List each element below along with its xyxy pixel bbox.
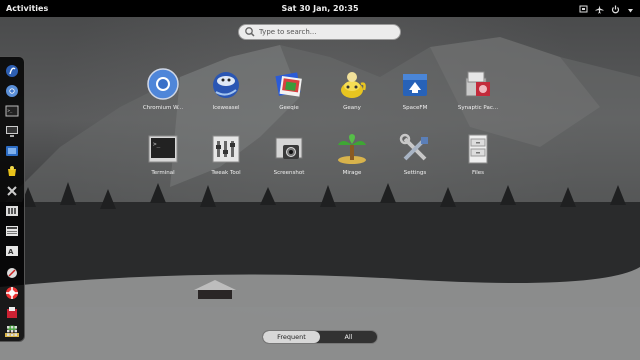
terminal-icon[interactable]: >_ — [5, 103, 19, 117]
power-icon[interactable] — [611, 0, 620, 18]
top-bar: Activities Sat 30 Jan, 20:35 — [0, 0, 640, 17]
screenshot-icon — [275, 137, 303, 159]
app-label: Settings — [403, 170, 427, 176]
app-files[interactable]: Files — [448, 133, 508, 193]
svg-text:>_: >_ — [8, 108, 13, 113]
app-synaptic[interactable]: Synaptic Pac... — [448, 68, 508, 128]
app-mirage[interactable]: Mirage — [322, 133, 382, 193]
svg-text:>_: >_ — [153, 141, 161, 148]
app-geany[interactable]: Geany — [322, 68, 382, 128]
app-label: Iceweasel — [212, 105, 240, 111]
app-screenshot[interactable]: Screenshot — [259, 133, 319, 193]
synaptic-icon — [465, 71, 490, 97]
desktop-wallpaper — [0, 17, 640, 360]
show-apps-icon[interactable] — [5, 323, 19, 337]
chromium-icon — [147, 68, 179, 100]
terminal-icon: >_ — [148, 135, 178, 163]
app-label: Mirage — [342, 170, 362, 176]
synaptic-icon[interactable] — [5, 305, 19, 319]
gnome-software-icon[interactable] — [5, 265, 19, 279]
tweak-tool-icon[interactable] — [5, 203, 19, 217]
settings-icon[interactable] — [5, 183, 19, 197]
app-label: SpaceFM — [402, 105, 428, 111]
system-tray[interactable] — [579, 0, 634, 17]
help-icon[interactable] — [5, 285, 19, 299]
app-label: Geeqie — [279, 105, 299, 111]
search-icon — [245, 27, 255, 37]
svg-text:A: A — [8, 248, 14, 256]
gnome-logo-icon[interactable] — [5, 63, 19, 77]
search-box[interactable] — [238, 24, 401, 40]
app-tweak-tool[interactable]: Tweak Tool — [196, 133, 256, 193]
dash: >_ A — [0, 56, 25, 342]
app-chromium[interactable]: Chromium W... — [133, 68, 193, 128]
app-iceweasel[interactable]: Iceweasel — [196, 68, 256, 128]
spacefm-icon[interactable] — [5, 143, 19, 157]
app-geeqie[interactable]: Geeqie — [259, 68, 319, 128]
search-input[interactable] — [257, 28, 389, 36]
document-icon[interactable] — [5, 223, 19, 237]
settings-icon — [399, 133, 428, 161]
app-label: Terminal — [151, 170, 175, 176]
app-label: Files — [471, 170, 485, 176]
airplane-icon[interactable] — [595, 0, 604, 18]
frequent-tab[interactable]: Frequent — [263, 331, 320, 343]
files-icon — [468, 134, 488, 164]
app-label: Geany — [343, 105, 361, 111]
display-icon[interactable] — [5, 123, 19, 137]
app-spacefm[interactable]: SpaceFM — [385, 68, 445, 128]
geany-icon — [341, 72, 366, 98]
notification-icon[interactable] — [579, 0, 588, 18]
chevron-down-icon[interactable] — [627, 0, 634, 18]
font-icon[interactable]: A — [5, 243, 19, 257]
geany-icon[interactable] — [5, 163, 19, 177]
spacefm-icon — [403, 74, 427, 96]
all-tab[interactable]: All — [320, 331, 377, 343]
app-settings[interactable]: Settings — [385, 133, 445, 193]
app-label: Tweak Tool — [211, 170, 241, 176]
app-label: Screenshot — [273, 170, 305, 176]
app-terminal[interactable]: >_ Terminal — [133, 133, 193, 193]
tweak-tool-icon — [212, 135, 240, 163]
clock[interactable]: Sat 30 Jan, 20:35 — [0, 0, 640, 17]
app-label: Chromium W... — [142, 105, 184, 111]
iceweasel-icon — [213, 72, 239, 98]
view-switcher: Frequent All — [262, 330, 378, 344]
app-label: Synaptic Pac... — [457, 105, 499, 111]
chromium-icon[interactable] — [5, 83, 19, 97]
mirage-icon — [338, 134, 366, 164]
geeqie-icon — [275, 72, 302, 97]
